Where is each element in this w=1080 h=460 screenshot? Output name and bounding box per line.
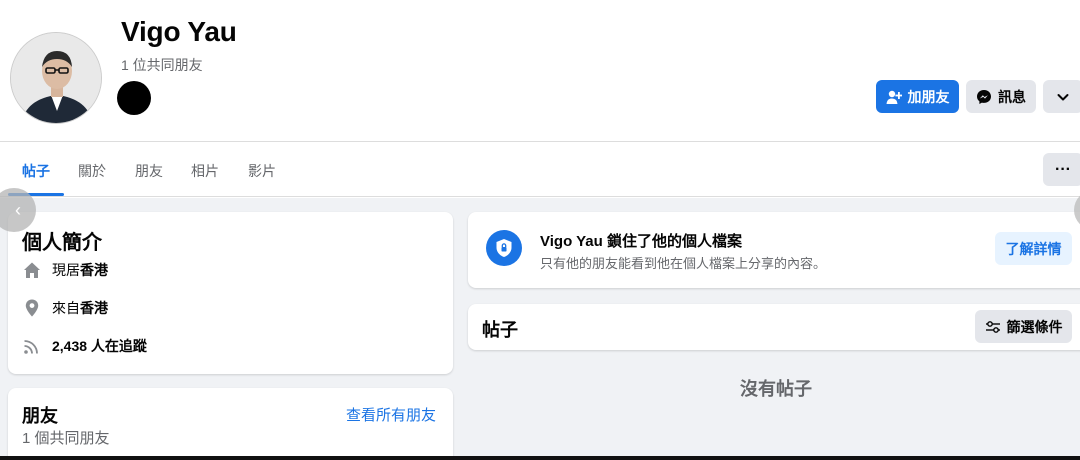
friends-title: 朋友	[22, 406, 58, 426]
intro-followers: 2,438 人在追蹤	[22, 336, 147, 356]
messenger-icon	[977, 89, 991, 104]
add-friend-label: 加朋友	[907, 88, 950, 105]
more-actions-button[interactable]	[1043, 80, 1080, 113]
profile-header: Vigo Yau 1 位共同朋友 加朋友 訊息	[0, 0, 1080, 142]
add-friend-icon	[886, 90, 902, 104]
tab-posts[interactable]: 帖子	[22, 161, 50, 181]
profile-avatar[interactable]	[10, 32, 102, 124]
no-posts-message: 沒有帖子	[740, 379, 812, 399]
avatar-photo	[11, 33, 101, 123]
tab-photos[interactable]: 相片	[191, 161, 219, 181]
from-place-link[interactable]: 香港	[80, 300, 108, 316]
mutual-friend-avatar[interactable]	[117, 81, 151, 115]
home-icon	[22, 260, 42, 280]
intro-card: 個人簡介 現居香港 來自香港 2,438 人在追蹤	[8, 212, 453, 374]
intro-title: 個人簡介	[22, 232, 102, 254]
see-all-friends-link[interactable]: 查看所有朋友	[346, 404, 436, 425]
profile-name: Vigo Yau	[121, 16, 237, 47]
profile-tabs: 帖子 關於 朋友 相片 影片	[0, 143, 1080, 197]
from-prefix: 來自	[52, 300, 80, 316]
filter-label: 篩選條件	[1006, 318, 1063, 335]
message-button[interactable]: 訊息	[966, 80, 1036, 113]
locked-profile-title: Vigo Yau 鎖住了他的個人檔案	[540, 233, 742, 250]
more-dots-icon: ···	[1055, 160, 1071, 178]
followers-count[interactable]: 2,438 人在追蹤	[52, 336, 147, 356]
lives-place-link[interactable]: 香港	[80, 262, 108, 278]
shield-lock-icon	[486, 230, 522, 266]
locked-profile-subtitle: 只有他的朋友能看到他在個人檔案上分享的內容。	[540, 256, 827, 271]
tab-friends[interactable]: 朋友	[135, 161, 163, 181]
bottom-edge	[0, 456, 1080, 460]
mutual-friends-text: 1 個共同朋友	[22, 430, 110, 447]
tab-about[interactable]: 關於	[78, 161, 106, 181]
posts-header-card: 帖子 篩選條件	[468, 304, 1080, 350]
posts-title: 帖子	[482, 320, 518, 340]
locked-profile-card: Vigo Yau 鎖住了他的個人檔案 只有他的朋友能看到他在個人檔案上分享的內容…	[468, 212, 1080, 288]
location-pin-icon	[22, 298, 42, 318]
chevron-left-icon: ‹	[15, 199, 21, 220]
lives-prefix: 現居	[52, 262, 80, 278]
tab-videos[interactable]: 影片	[248, 161, 276, 181]
filter-sliders-icon	[985, 320, 1000, 333]
learn-more-button[interactable]: 了解詳情	[995, 232, 1072, 265]
rss-followers-icon	[22, 336, 42, 356]
filter-button[interactable]: 篩選條件	[975, 310, 1072, 343]
mutual-friends-count[interactable]: 1 位共同朋友	[121, 55, 203, 75]
friends-card: 朋友 查看所有朋友 1 個共同朋友	[8, 388, 453, 460]
message-label: 訊息	[998, 88, 1026, 105]
chevron-down-icon	[1057, 93, 1069, 100]
intro-from: 來自香港	[22, 298, 108, 318]
intro-lives-in: 現居香港	[22, 260, 108, 280]
add-friend-button[interactable]: 加朋友	[876, 80, 959, 113]
tabs-more-button[interactable]: ···	[1043, 153, 1080, 186]
